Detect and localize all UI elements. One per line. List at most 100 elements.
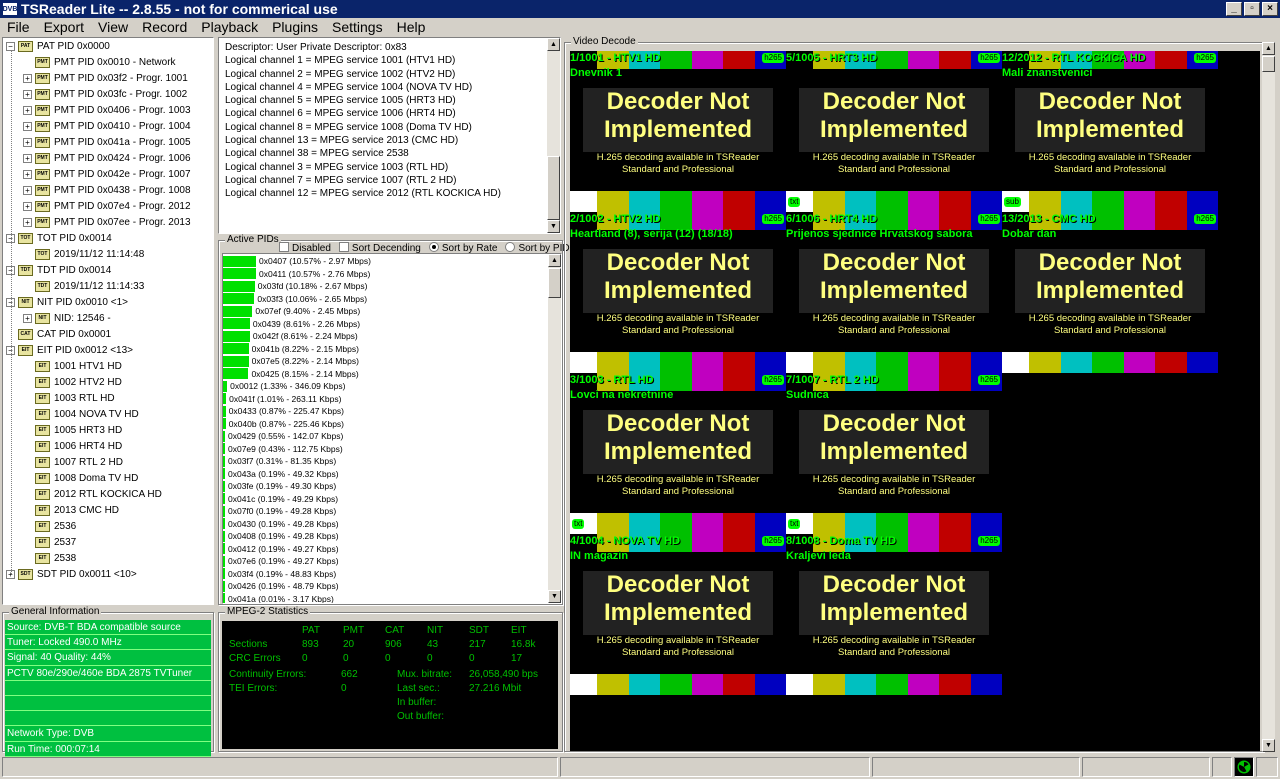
- scroll-up-button[interactable]: ▲: [548, 254, 561, 267]
- menu-view[interactable]: View: [91, 19, 135, 35]
- video-scrollbar[interactable]: ▲ ▼: [1262, 42, 1275, 752]
- video-tile[interactable]: Decoder Not Implemented H.265 decoding av…: [786, 373, 1002, 534]
- expand-icon[interactable]: +: [23, 217, 32, 227]
- pid-row[interactable]: 0x07e6 (0.19% - 49.27 Kbps): [223, 555, 339, 568]
- pid-row[interactable]: 0x03f3 (10.06% - 2.65 Mbps): [223, 293, 367, 306]
- pid-row[interactable]: 0x07f0 (0.19% - 49.28 Kbps): [223, 505, 336, 518]
- pid-row[interactable]: 0x041a (0.01% - 3.17 Kbps): [223, 593, 334, 603]
- tree-node[interactable]: + PMT PMT PID 0x03fc - Progr. 1002: [23, 86, 187, 102]
- tree-node[interactable]: + PMT PMT PID 0x0410 - Progr. 1004: [23, 118, 191, 134]
- scroll-up-button[interactable]: ▲: [1262, 42, 1275, 55]
- pid-row[interactable]: 0x0430 (0.19% - 49.28 Kbps): [223, 518, 339, 531]
- pid-row[interactable]: 0x0407 (10.57% - 2.97 Mbps): [223, 255, 371, 268]
- tree-node[interactable]: EIT 1006 HRT4 HD: [23, 438, 122, 454]
- tree-node[interactable]: EIT 2013 CMC HD: [23, 502, 119, 518]
- pid-row[interactable]: 0x07ef (9.40% - 2.45 Mbps): [223, 305, 360, 318]
- active-pids-list[interactable]: 0x0407 (10.57% - 2.97 Mbps) 0x0411 (10.57…: [222, 253, 562, 604]
- tree-node[interactable]: + PMT PMT PID 0x042e - Progr. 1007: [23, 166, 191, 182]
- scroll-up-button[interactable]: ▲: [547, 38, 560, 51]
- expand-icon[interactable]: +: [23, 313, 32, 323]
- video-tile[interactable]: Decoder Not Implemented H.265 decoding av…: [570, 373, 786, 534]
- pid-row[interactable]: 0x0439 (8.61% - 2.26 Mbps): [223, 318, 360, 331]
- pid-row[interactable]: 0x042f (8.61% - 2.24 Mbps): [223, 330, 358, 343]
- tree-node[interactable]: EIT 1003 RTL HD: [23, 390, 115, 406]
- close-button[interactable]: ×: [1262, 2, 1278, 16]
- tree-node[interactable]: PMT PMT PID 0x0010 - Network: [23, 54, 176, 70]
- expand-icon[interactable]: +: [23, 137, 32, 147]
- pid-row[interactable]: 0x07e9 (0.43% - 112.75 Kbps): [223, 443, 343, 456]
- pid-row[interactable]: 0x03fe (0.19% - 49.30 Kbps): [223, 480, 336, 493]
- menu-help[interactable]: Help: [390, 19, 433, 35]
- menu-export[interactable]: Export: [37, 19, 91, 35]
- expand-icon[interactable]: +: [23, 153, 32, 163]
- pid-row[interactable]: 0x03fd (10.18% - 2.67 Mbps): [223, 280, 367, 293]
- tree-node[interactable]: − PAT PAT PID 0x0000: [6, 38, 110, 54]
- menu-file[interactable]: File: [0, 19, 37, 35]
- pid-tree[interactable]: − PAT PAT PID 0x0000 PMT PMT PID 0x0010 - Ne…: [2, 37, 214, 605]
- pids-scrollbar[interactable]: ▲ ▼: [548, 254, 561, 603]
- tree-node[interactable]: + PMT PMT PID 0x03f2 - Progr. 1001: [23, 70, 188, 86]
- pid-row[interactable]: 0x0429 (0.55% - 142.07 Kbps): [223, 430, 343, 443]
- tree-node[interactable]: EIT 1005 HRT3 HD: [23, 422, 122, 438]
- menu-plugins[interactable]: Plugins: [265, 19, 325, 35]
- tree-node[interactable]: + SDT SDT PID 0x0011 <10>: [6, 566, 137, 582]
- pid-row[interactable]: 0x041f (1.01% - 263.11 Kbps): [223, 393, 341, 406]
- video-tile[interactable]: Decoder Not Implemented H.265 decoding av…: [570, 51, 786, 212]
- tree-node[interactable]: TOT 2019/11/12 11:14:48: [23, 246, 144, 262]
- tree-node[interactable]: EIT 1008 Doma TV HD: [23, 470, 138, 486]
- tree-node[interactable]: CAT CAT PID 0x0001: [6, 326, 111, 342]
- pid-row[interactable]: 0x03f4 (0.19% - 48.83 Kbps): [223, 568, 336, 581]
- tree-node[interactable]: EIT 1007 RTL 2 HD: [23, 454, 123, 470]
- tree-node[interactable]: + PMT PMT PID 0x07ee - Progr. 2013: [23, 214, 191, 230]
- tree-node[interactable]: + PMT PMT PID 0x0424 - Progr. 1006: [23, 150, 191, 166]
- pid-row[interactable]: 0x0411 (10.57% - 2.76 Mbps): [223, 268, 370, 281]
- dvb-icon[interactable]: DVB: [3, 3, 17, 15]
- tree-node[interactable]: EIT 1004 NOVA TV HD: [23, 406, 139, 422]
- video-tile[interactable]: Decoder Not Implemented H.265 decoding av…: [786, 212, 1002, 373]
- video-tile[interactable]: Decoder Not Implemented H.265 decoding av…: [786, 534, 1002, 695]
- pid-row[interactable]: 0x0412 (0.19% - 49.27 Kbps): [223, 543, 339, 556]
- tree-node[interactable]: EIT 2537: [23, 534, 76, 550]
- video-tile[interactable]: Decoder Not Implemented H.265 decoding av…: [570, 212, 786, 373]
- menu-playback[interactable]: Playback: [194, 19, 265, 35]
- expand-icon[interactable]: +: [23, 105, 32, 115]
- minimize-button[interactable]: _: [1226, 2, 1242, 16]
- scroll-down-button[interactable]: ▼: [548, 590, 561, 603]
- scroll-thumb[interactable]: [548, 268, 561, 298]
- menu-record[interactable]: Record: [135, 19, 194, 35]
- tree-node[interactable]: + PMT PMT PID 0x041a - Progr. 1005: [23, 134, 191, 150]
- pid-row[interactable]: 0x0408 (0.19% - 49.28 Kbps): [223, 530, 339, 543]
- pid-row[interactable]: 0x041b (8.22% - 2.15 Mbps): [223, 343, 359, 356]
- tree-node[interactable]: − EIT EIT PID 0x0012 <13>: [6, 342, 133, 358]
- expand-icon[interactable]: +: [23, 121, 32, 131]
- tree-node[interactable]: EIT 1002 HTV2 HD: [23, 374, 122, 390]
- pid-row[interactable]: 0x03f7 (0.31% - 81.35 Kbps): [223, 455, 336, 468]
- tree-node[interactable]: TDT 2019/11/12 11:14:33: [23, 278, 144, 294]
- video-mosaic[interactable]: Decoder Not Implemented H.265 decoding av…: [570, 51, 1260, 751]
- menu-settings[interactable]: Settings: [325, 19, 390, 35]
- pid-row[interactable]: 0x040b (0.87% - 225.46 Kbps): [223, 418, 344, 431]
- pid-row[interactable]: 0x0425 (8.15% - 2.14 Mbps): [223, 368, 359, 381]
- pid-row[interactable]: 0x043a (0.19% - 49.32 Kbps): [223, 468, 339, 481]
- video-tile[interactable]: Decoder Not Implemented H.265 decoding av…: [570, 534, 786, 695]
- tree-node[interactable]: − TDT TDT PID 0x0014: [6, 262, 111, 278]
- tree-node[interactable]: EIT 2012 RTL KOCKICA HD: [23, 486, 162, 502]
- tree-node[interactable]: + PMT PMT PID 0x0438 - Progr. 1008: [23, 182, 191, 198]
- pid-row[interactable]: 0x041c (0.19% - 49.29 Kbps): [223, 493, 338, 506]
- pid-row[interactable]: 0x0426 (0.19% - 48.79 Kbps): [223, 580, 339, 593]
- scroll-thumb[interactable]: [547, 156, 560, 220]
- video-tile[interactable]: Decoder Not Implemented H.265 decoding av…: [1002, 51, 1218, 212]
- collapse-icon[interactable]: −: [6, 41, 15, 51]
- expand-icon[interactable]: +: [23, 201, 32, 211]
- scroll-down-button[interactable]: ▼: [1262, 739, 1275, 752]
- expand-icon[interactable]: +: [23, 169, 32, 179]
- pid-row[interactable]: 0x0012 (1.33% - 346.09 Kbps): [223, 380, 345, 393]
- expand-icon[interactable]: +: [23, 185, 32, 195]
- tree-node[interactable]: − NIT NIT PID 0x0010 <1>: [6, 294, 128, 310]
- pid-row[interactable]: 0x07e5 (8.22% - 2.14 Mbps): [223, 355, 359, 368]
- tree-node[interactable]: + PMT PMT PID 0x0406 - Progr. 1003: [23, 102, 191, 118]
- scroll-thumb[interactable]: [1262, 56, 1275, 72]
- tree-node[interactable]: EIT 2536: [23, 518, 76, 534]
- expand-icon[interactable]: +: [23, 89, 32, 99]
- scroll-down-button[interactable]: ▼: [547, 220, 560, 233]
